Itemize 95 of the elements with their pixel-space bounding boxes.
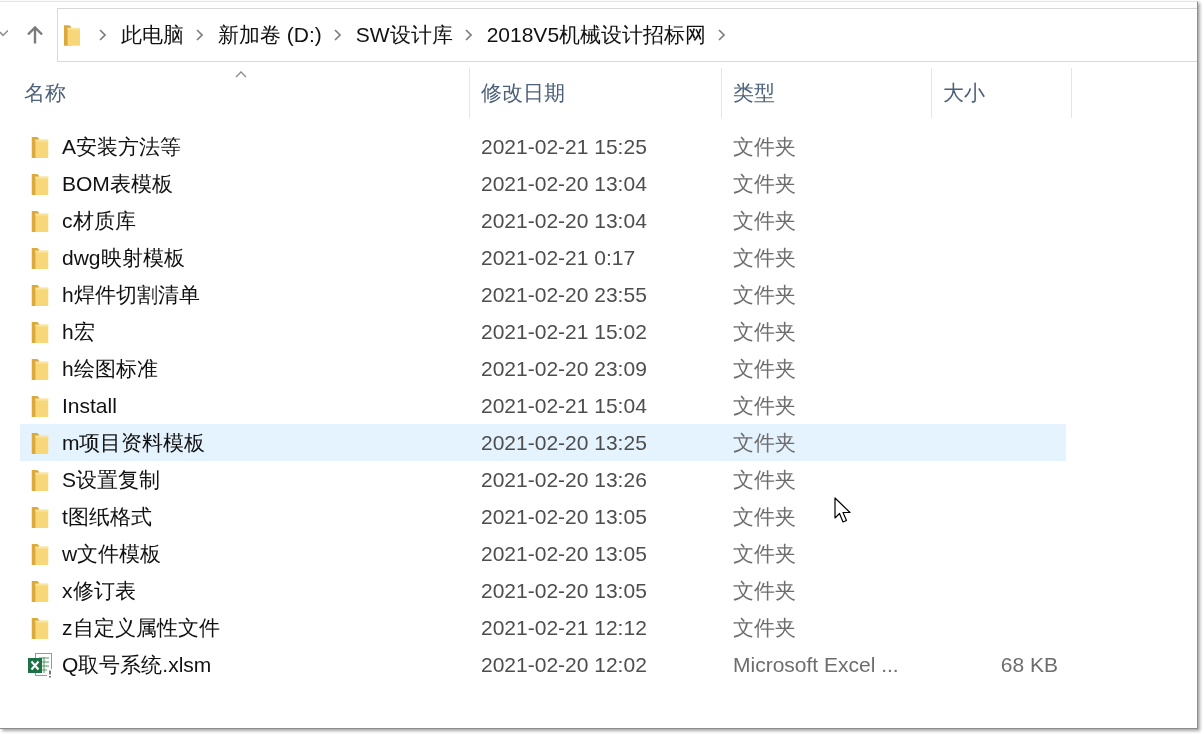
file-row[interactable]: A安装方法等 2021-02-21 15:25 文件夹 <box>20 128 1066 165</box>
file-type: 文件夹 <box>733 615 796 639</box>
file-row[interactable]: Q取号系统.xlsm 2021-02-20 12:02 Microsoft Excel ... 68 KB <box>20 646 1066 683</box>
folder-icon <box>31 579 49 602</box>
file-name: BOM表模板 <box>62 170 173 197</box>
modified-date: 2021-02-21 12:12 <box>481 615 647 639</box>
modified-date: 2021-02-20 13:26 <box>481 467 647 491</box>
modified-date: 2021-02-20 13:04 <box>481 208 647 232</box>
modified-date: 2021-02-20 13:05 <box>481 578 647 602</box>
file-type: 文件夹 <box>733 541 796 565</box>
file-row[interactable]: S设置复制 2021-02-20 13:26 文件夹 <box>20 461 1066 498</box>
column-header[interactable]: 大小 <box>932 68 1072 118</box>
file-row[interactable]: t图纸格式 2021-02-20 13:05 文件夹 <box>20 498 1066 535</box>
file-row[interactable]: c材质库 2021-02-20 13:04 文件夹 <box>20 202 1066 239</box>
file-type: 文件夹 <box>733 504 796 528</box>
file-name: x修订表 <box>62 577 136 604</box>
file-row[interactable]: dwg映射模板 2021-02-21 0:17 文件夹 <box>20 239 1066 276</box>
file-type: 文件夹 <box>733 171 796 195</box>
folder-icon <box>31 394 49 417</box>
modified-date: 2021-02-21 15:02 <box>481 319 647 343</box>
chevron-down-icon[interactable] <box>0 30 8 37</box>
file-row[interactable]: w文件模板 2021-02-20 13:05 文件夹 <box>20 535 1066 572</box>
modified-date: 2021-02-21 0:17 <box>481 245 636 269</box>
column-header[interactable]: 类型 <box>722 68 932 118</box>
folder-icon <box>31 357 49 380</box>
file-row[interactable]: BOM表模板 2021-02-20 13:04 文件夹 <box>20 165 1066 202</box>
file-name: t图纸格式 <box>62 503 152 530</box>
up-arrow-icon <box>26 24 44 45</box>
file-name: h焊件切割清单 <box>62 281 200 308</box>
folder-icon <box>31 209 49 232</box>
folder-icon <box>31 135 49 158</box>
modified-date: 2021-02-20 13:05 <box>481 504 647 528</box>
file-type: 文件夹 <box>733 467 796 491</box>
folder-icon <box>31 431 49 454</box>
mouse-pointer-icon <box>834 497 852 524</box>
file-row[interactable]: h绘图标准 2021-02-20 23:09 文件夹 <box>20 350 1066 387</box>
column-header[interactable]: 名称 <box>13 68 470 118</box>
breadcrumb-item[interactable]: 此电脑 <box>121 21 184 48</box>
column-header[interactable]: 修改日期 <box>470 68 722 118</box>
spreadsheet-icon <box>27 651 53 678</box>
modified-date: 2021-02-20 12:02 <box>481 652 647 676</box>
folder-icon <box>31 172 49 195</box>
file-name: Install <box>62 392 117 419</box>
chevron-right-icon[interactable] <box>99 28 106 41</box>
folder-icon <box>31 505 49 528</box>
file-type: 文件夹 <box>733 578 796 602</box>
file-name: h绘图标准 <box>62 355 158 382</box>
file-row[interactable]: x修订表 2021-02-20 13:05 文件夹 <box>20 572 1066 609</box>
modified-date: 2021-02-20 23:09 <box>481 356 647 380</box>
file-type: 文件夹 <box>733 356 796 380</box>
folder-icon <box>31 283 49 306</box>
file-name: m项目资料模板 <box>62 429 206 456</box>
modified-date: 2021-02-20 13:05 <box>481 541 647 565</box>
folder-icon <box>31 320 49 343</box>
up-button[interactable] <box>25 23 45 46</box>
folder-icon <box>31 468 49 491</box>
chevron-right-icon[interactable] <box>196 28 203 41</box>
modified-date: 2021-02-20 13:25 <box>481 430 647 454</box>
modified-date: 2021-02-21 15:25 <box>481 134 647 158</box>
address-bar[interactable]: 此电脑 新加卷 (D:) SW设计库 2018V5机械设计招标网 <box>57 7 1197 62</box>
file-type: 文件夹 <box>733 430 796 454</box>
modified-date: 2021-02-20 23:55 <box>481 282 647 306</box>
folder-icon <box>31 542 49 565</box>
folder-icon <box>31 246 49 269</box>
folder-icon <box>31 616 49 639</box>
file-type: 文件夹 <box>733 208 796 232</box>
file-row[interactable]: Install 2021-02-21 15:04 文件夹 <box>20 387 1066 424</box>
file-name: h宏 <box>62 318 95 345</box>
file-row[interactable]: m项目资料模板 2021-02-20 13:25 文件夹 <box>20 424 1066 461</box>
file-row[interactable]: z自定义属性文件 2021-02-21 12:12 文件夹 <box>20 609 1066 646</box>
file-type: 文件夹 <box>733 393 796 417</box>
chevron-right-icon[interactable] <box>718 28 726 41</box>
folder-icon <box>64 23 80 46</box>
file-name: w文件模板 <box>62 540 162 567</box>
breadcrumb-item[interactable]: 新加卷 (D:) <box>218 21 322 48</box>
modified-date: 2021-02-21 15:04 <box>481 393 647 417</box>
file-name: z自定义属性文件 <box>62 614 220 641</box>
file-name: A安装方法等 <box>62 133 181 160</box>
chevron-right-icon[interactable] <box>333 28 341 41</box>
file-name: c材质库 <box>62 207 136 234</box>
file-type: 文件夹 <box>733 134 796 158</box>
chevron-right-icon[interactable] <box>464 28 472 41</box>
file-name: S设置复制 <box>62 466 160 493</box>
file-size: 68 KB <box>1000 652 1058 676</box>
file-name: Q取号系统.xlsm <box>62 651 212 678</box>
file-row[interactable]: h宏 2021-02-21 15:02 文件夹 <box>20 313 1066 350</box>
file-type: 文件夹 <box>733 245 796 269</box>
file-type: 文件夹 <box>733 319 796 343</box>
file-row[interactable]: h焊件切割清单 2021-02-20 23:55 文件夹 <box>20 276 1066 313</box>
file-name: dwg映射模板 <box>62 244 185 271</box>
file-type: Microsoft Excel ... <box>733 652 899 676</box>
breadcrumb-item[interactable]: SW设计库 <box>355 21 453 48</box>
breadcrumb-item[interactable]: 2018V5机械设计招标网 <box>486 21 707 48</box>
file-type: 文件夹 <box>733 282 796 306</box>
modified-date: 2021-02-20 13:04 <box>481 171 647 195</box>
